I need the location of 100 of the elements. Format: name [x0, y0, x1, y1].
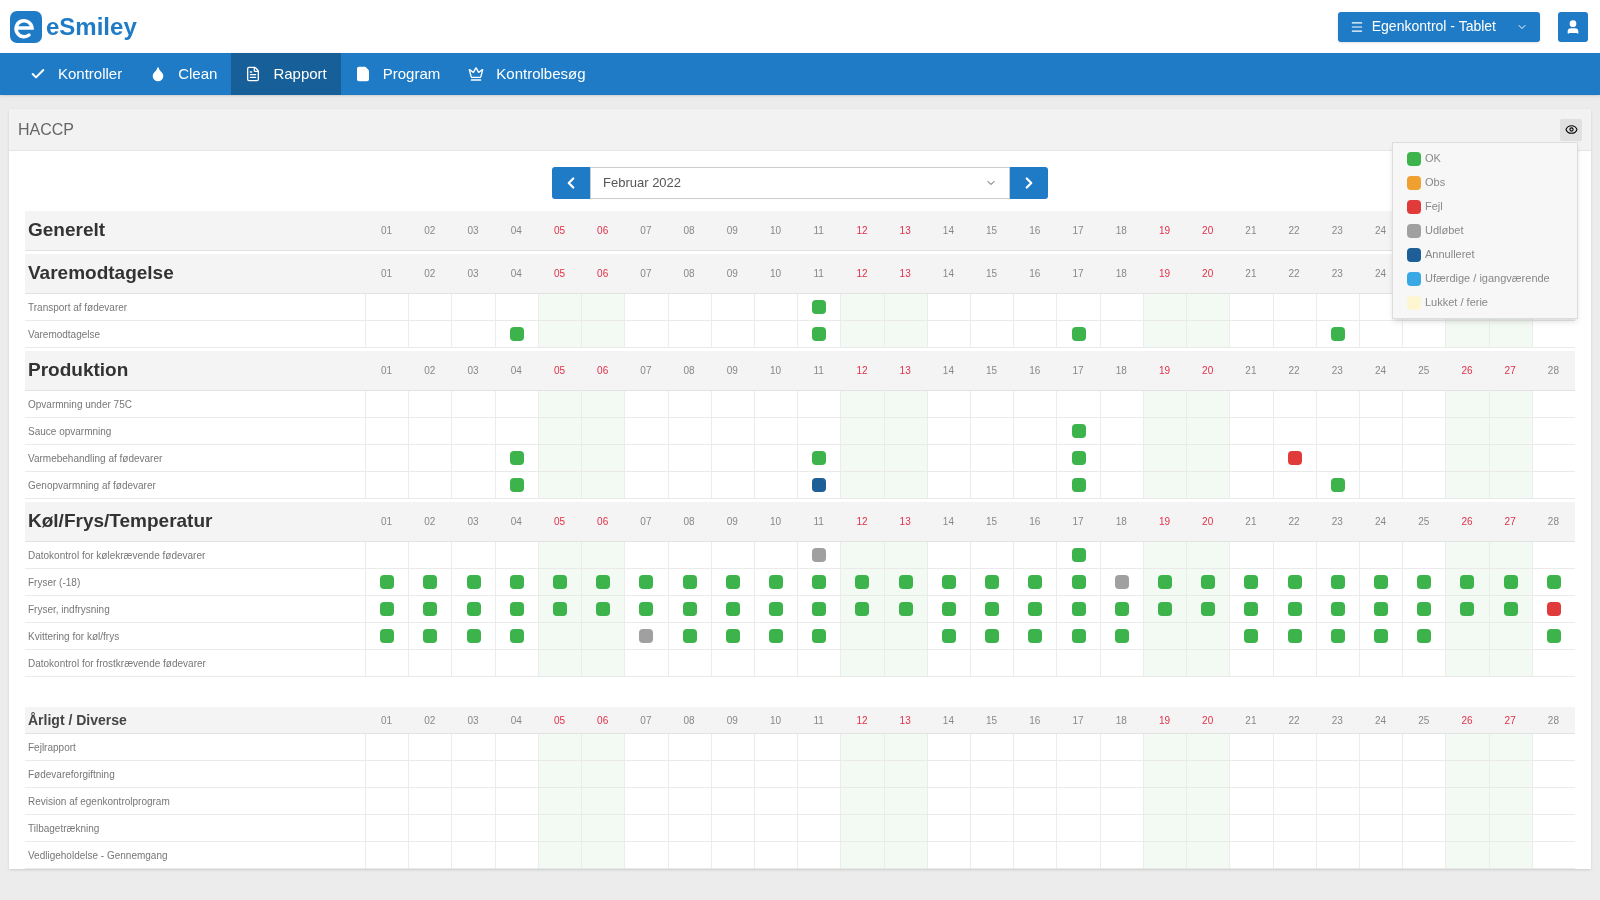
- day-number: 18: [1115, 713, 1127, 728]
- day-number: 07: [640, 267, 652, 281]
- month-select[interactable]: Februar 2022: [590, 167, 1010, 199]
- day-number: 16: [1029, 515, 1041, 529]
- day-number: 16: [1029, 224, 1041, 238]
- row-label: Varmebehandling af fødevarer: [28, 451, 163, 466]
- day-number: 17: [1072, 224, 1084, 238]
- account-button[interactable]: Egenkontrol - Tablet: [1337, 11, 1540, 42]
- day-number: 05: [553, 267, 565, 281]
- day-number: 08: [683, 224, 695, 238]
- nav-tab[interactable]: Program: [340, 53, 455, 95]
- day-number: 14: [942, 267, 954, 281]
- day-number: 18: [1115, 515, 1127, 529]
- next-month-button[interactable]: [1010, 167, 1048, 199]
- day-number: 11: [813, 364, 824, 378]
- day-number: 23: [1331, 364, 1343, 378]
- day-number: 09: [726, 713, 738, 728]
- day-number: 25: [1418, 364, 1430, 378]
- day-number: 17: [1072, 713, 1084, 728]
- brand-name: eSmiley: [46, 11, 137, 42]
- menu-icon: [1349, 19, 1364, 34]
- day-number: 12: [856, 267, 868, 281]
- eye-icon: [1564, 123, 1578, 136]
- user-button[interactable]: [1558, 11, 1588, 42]
- crown-icon: [468, 66, 485, 82]
- day-number: 08: [683, 267, 695, 281]
- nav-tab[interactable]: Kontroller: [16, 53, 137, 95]
- row-label: Opvarmning under 75C: [28, 397, 132, 412]
- day-number: 27: [1504, 364, 1516, 378]
- group-title: Årligt / Diverse: [28, 710, 127, 730]
- row-label: Sauce opvarmning: [28, 424, 112, 439]
- day-number: 24: [1374, 364, 1387, 378]
- day-number: 23: [1331, 515, 1343, 529]
- day-number: 10: [769, 267, 782, 281]
- day-number: 05: [553, 515, 565, 529]
- row-label: Vedligeholdelse - Gennemgang: [28, 848, 168, 863]
- day-number: 05: [553, 364, 565, 378]
- day-number: 12: [856, 224, 868, 238]
- day-number: 15: [986, 267, 998, 281]
- day-number: 16: [1029, 364, 1041, 378]
- legend-label: Annulleret: [1425, 247, 1475, 263]
- day-number: 21: [1245, 267, 1257, 281]
- day-number: 14: [942, 713, 954, 728]
- day-number: 06: [597, 713, 609, 728]
- day-number: 22: [1288, 515, 1300, 529]
- day-number: 13: [899, 224, 911, 238]
- day-number: 11: [813, 267, 824, 281]
- day-number: 12: [856, 515, 868, 529]
- day-number: 13: [899, 713, 911, 728]
- day-number: 04: [510, 713, 522, 728]
- legend-label: OK: [1425, 151, 1441, 167]
- day-number: 24: [1374, 224, 1387, 238]
- day-number: 28: [1547, 515, 1559, 529]
- day-number: 27: [1504, 713, 1516, 728]
- row-label: Fryser, indfrysning: [28, 602, 110, 617]
- day-number: 15: [986, 364, 998, 378]
- row-label: Fødevareforgiftning: [28, 767, 115, 782]
- nav-tab[interactable]: Clean: [136, 53, 232, 95]
- day-number: 02: [424, 364, 436, 378]
- day-number: 08: [683, 713, 695, 728]
- day-number: 16: [1029, 713, 1041, 728]
- legend-label: Lukket / ferie: [1425, 295, 1488, 311]
- day-number: 19: [1158, 364, 1170, 378]
- panel-title: HACCP: [18, 119, 74, 140]
- day-number: 04: [510, 224, 522, 238]
- day-number: 20: [1202, 224, 1214, 238]
- day-number: 06: [597, 267, 609, 281]
- day-number: 23: [1331, 224, 1343, 238]
- day-number: 09: [726, 224, 738, 238]
- visibility-button[interactable]: [1560, 118, 1582, 141]
- previous-month-button[interactable]: [552, 167, 590, 199]
- day-number: 01: [381, 364, 393, 378]
- day-number: 03: [467, 713, 479, 728]
- row-label: Kvittering for køl/frys: [28, 629, 120, 644]
- day-number: 07: [640, 713, 652, 728]
- day-number: 11: [813, 713, 824, 728]
- day-number: 24: [1374, 515, 1387, 529]
- row-label: Fryser (-18): [28, 575, 81, 590]
- nav-tab[interactable]: Rapport: [231, 53, 341, 95]
- day-number: 19: [1158, 713, 1170, 728]
- document-icon: [354, 66, 371, 82]
- legend-label: Obs: [1425, 175, 1446, 191]
- legend-label: Fejl: [1425, 199, 1443, 215]
- day-number: 01: [381, 713, 393, 728]
- day-number: 13: [899, 267, 911, 281]
- day-number: 02: [424, 515, 436, 529]
- day-number: 06: [597, 364, 609, 378]
- day-number: 18: [1115, 224, 1127, 238]
- nav-tab[interactable]: Kontrolbesøg: [454, 53, 600, 95]
- day-number: 09: [726, 267, 738, 281]
- day-number: 10: [769, 364, 782, 378]
- day-number: 16: [1029, 267, 1041, 281]
- day-number: 15: [986, 515, 998, 529]
- day-number: 01: [381, 224, 393, 238]
- day-number: 13: [899, 515, 911, 529]
- day-number: 11: [813, 224, 824, 238]
- day-number: 15: [986, 713, 998, 728]
- day-number: 18: [1115, 267, 1127, 281]
- day-number: 03: [467, 224, 479, 238]
- row-label: Genopvarmning af fødevarer: [28, 478, 156, 493]
